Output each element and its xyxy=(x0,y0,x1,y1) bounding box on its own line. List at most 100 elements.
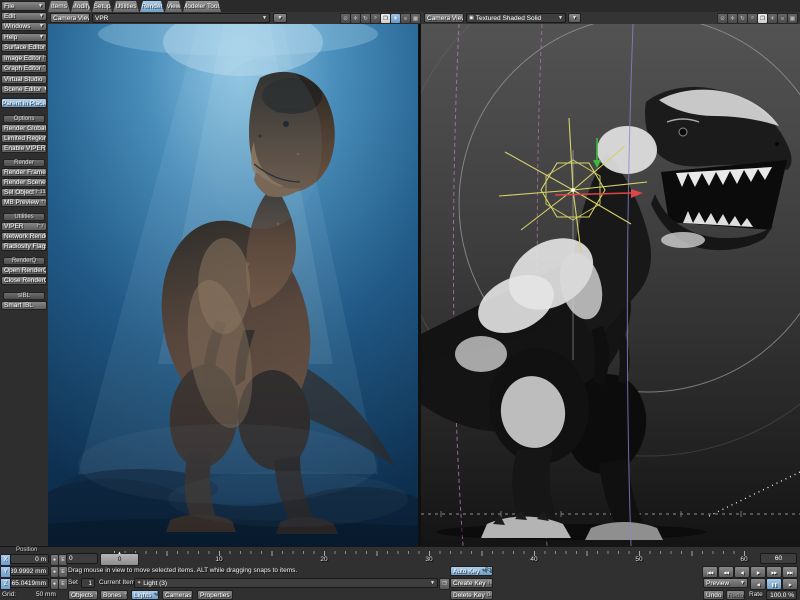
vpr-viewport-canvas[interactable] xyxy=(48,24,418,546)
enable-viper-button[interactable]: Enable VIPER xyxy=(1,144,47,153)
step-back-button[interactable]: ◀| xyxy=(734,566,750,578)
left-toolbar: Edit▼ Windows▼ Help▼ Surface EditorF5 Im… xyxy=(0,12,49,546)
radiosity-flags-button[interactable]: Radiosity Flags xyxy=(1,242,47,251)
create-key-button[interactable]: Create Keyret xyxy=(450,578,493,588)
smart-ibl-button[interactable]: Smart IBL xyxy=(1,301,47,310)
last-frame-field[interactable]: 60 xyxy=(760,553,797,564)
status-message: Drag mouse in view to move selected item… xyxy=(68,567,297,574)
checker-icon[interactable]: ▦ xyxy=(410,13,421,24)
step-forward-button[interactable]: |▶ xyxy=(750,566,766,578)
sel-object-button[interactable]: Sel ObjectF11 xyxy=(1,188,47,197)
grid-value: 50 mm xyxy=(36,591,56,598)
chevron-down-icon: ▼ xyxy=(262,15,267,21)
next-key-button[interactable]: ▶▶ xyxy=(766,566,782,578)
ruler-tick-label: 50 xyxy=(635,556,642,563)
set-label: Set xyxy=(68,579,78,586)
play-forward-button[interactable]: ▶ xyxy=(782,578,798,590)
graph-editor-button[interactable]: Graph Editor^F2 xyxy=(1,64,47,73)
chevron-down-icon: ▼ xyxy=(740,580,745,587)
close-renderq-button[interactable]: Close RenderQ xyxy=(1,276,47,285)
render-globals-button[interactable]: Render Globals xyxy=(1,124,47,133)
shade-mode-icon: ▣ xyxy=(469,15,474,21)
tab-view[interactable]: View xyxy=(165,1,182,12)
edit-menu-button[interactable]: Edit▼ xyxy=(1,12,47,21)
frame-slider-handle[interactable]: ▲ 0 xyxy=(100,553,139,566)
position-z-field[interactable]: -65.0419mm xyxy=(10,578,49,588)
lights-button[interactable]: Lights+L xyxy=(131,590,159,600)
undo-button[interactable]: Undo^Z xyxy=(703,590,724,600)
grid-label: Grid: xyxy=(2,591,16,598)
light-item-icon: ✶ xyxy=(137,580,141,586)
scene-editor-button[interactable]: Scene Editor▼ xyxy=(1,85,47,94)
left-render-mode-dropdown[interactable]: VPR▼ xyxy=(92,13,270,23)
lightwave-layout-window: File ▼ Items Modify Setup Utilities Rend… xyxy=(0,0,800,600)
properties-button[interactable]: Propertiesp xyxy=(197,590,233,600)
first-frame-field[interactable]: 0 xyxy=(66,553,98,564)
vpr-preview-render xyxy=(48,24,418,546)
rate-field[interactable]: 100.0 % xyxy=(766,590,797,600)
pause-button[interactable]: ❚❚ xyxy=(766,578,782,590)
bottom-panel: Position X 0 m ● E Y 39.9992 mm ● E Z -6… xyxy=(0,546,800,600)
ruler-tick-label: 20 xyxy=(320,556,327,563)
tab-items[interactable]: Items xyxy=(48,1,70,12)
position-y-field[interactable]: 39.9992 mm xyxy=(10,566,49,576)
objects-button[interactable]: Objects+O xyxy=(68,590,98,600)
tab-setup[interactable]: Setup xyxy=(92,1,112,12)
ruler-tick-label: 10 xyxy=(215,556,222,563)
position-x-field[interactable]: 0 m xyxy=(10,554,49,564)
caret-up-icon: ▲ xyxy=(118,550,122,555)
current-item-dropdown[interactable]: ✶ Light (3) ▼ xyxy=(134,578,438,588)
chevron-down-icon: ▼ xyxy=(39,34,44,41)
limited-region-button[interactable]: Limited Regionl xyxy=(1,134,47,143)
section-header-render: Render xyxy=(3,159,45,167)
preview-dropdown[interactable]: Preview▼ xyxy=(703,578,748,588)
surface-editor-button[interactable]: Surface EditorF5 xyxy=(1,43,47,52)
redo-button[interactable]: Redo xyxy=(726,590,745,600)
play-reverse-button[interactable]: ◀ xyxy=(750,578,766,590)
image-editor-button[interactable]: Image EditorF6 xyxy=(1,54,47,63)
envelope-y-button[interactable]: E xyxy=(58,566,68,578)
checker-icon[interactable]: ▦ xyxy=(787,13,798,24)
open-renderq-button[interactable]: Open RenderQ xyxy=(1,266,47,275)
ruler-tick-label: 60 xyxy=(740,556,747,563)
prev-key-button[interactable]: ◀◀ xyxy=(718,566,734,578)
chevron-down-icon: ▼ xyxy=(278,15,283,22)
section-header-sibl: sIBL xyxy=(3,292,45,300)
file-menu-button[interactable]: File ▼ xyxy=(1,1,46,11)
tab-render[interactable]: Render xyxy=(140,1,164,12)
render-scene-button[interactable]: Render SceneF10 xyxy=(1,178,47,187)
go-start-button[interactable]: |◀◀ xyxy=(702,566,718,578)
tab-modeler-tools[interactable]: Modeler Tools xyxy=(183,1,221,12)
network-render-button[interactable]: Network Render xyxy=(1,232,47,241)
chevron-down-icon: ▼ xyxy=(572,15,577,22)
ruler-tick-label: 40 xyxy=(530,556,537,563)
left-viewport-options-dropdown[interactable]: ▼ xyxy=(273,13,287,23)
mb-preview-button[interactable]: MB Preview+F9 xyxy=(1,198,47,207)
ruler-tick-label: 30 xyxy=(425,556,432,563)
item-panel-icon[interactable]: ❒ xyxy=(439,578,450,590)
virtual-studio-button[interactable]: Virtual Studio xyxy=(1,75,47,84)
cameras-button[interactable]: Cameras+C xyxy=(162,590,193,600)
timeline-ruler[interactable]: 0102030405060 xyxy=(100,551,758,565)
windows-menu-button[interactable]: Windows▼ xyxy=(1,22,47,31)
tab-utilities[interactable]: Utilities xyxy=(113,1,139,12)
delete-key-button[interactable]: Delete Keydel xyxy=(450,590,493,600)
left-view-type-dropdown[interactable]: Camera View▼ xyxy=(50,13,90,23)
opengl-viewport-canvas[interactable] xyxy=(421,24,800,546)
chevron-down-icon: ▼ xyxy=(38,3,43,10)
right-viewport-options-dropdown[interactable]: ▼ xyxy=(568,13,581,23)
viper-button[interactable]: VIPERF7 xyxy=(1,222,47,231)
render-frame-button[interactable]: Render FrameF9 xyxy=(1,168,47,177)
go-end-button[interactable]: ▶▶| xyxy=(782,566,798,578)
auto-key-button[interactable]: Auto Key+F1 xyxy=(450,566,493,576)
envelope-z-button[interactable]: E xyxy=(58,578,68,590)
parent-in-place-button[interactable]: Parent in Place xyxy=(1,98,47,108)
set-field[interactable]: 1 xyxy=(81,578,95,588)
opengl-scene xyxy=(421,24,800,546)
tab-modify[interactable]: Modify xyxy=(71,1,91,12)
rate-label: Rate xyxy=(749,591,763,598)
right-render-mode-dropdown[interactable]: ▣ Textured Shaded Solid ▼ xyxy=(466,13,566,23)
right-view-type-dropdown[interactable]: Camera View▼ xyxy=(424,13,464,23)
bones-button[interactable]: Bones+B xyxy=(100,590,128,600)
help-menu-button[interactable]: Help▼ xyxy=(1,33,47,42)
